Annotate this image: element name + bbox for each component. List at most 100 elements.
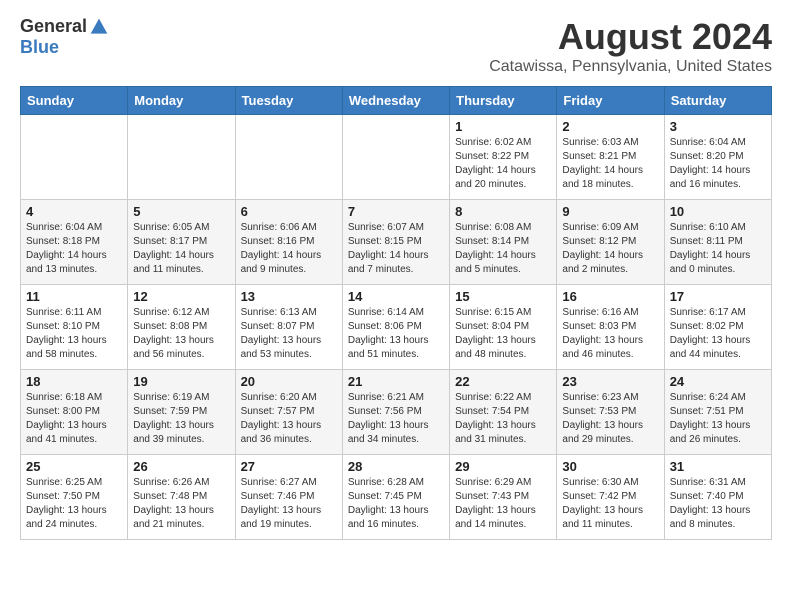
calendar-cell-w1d5: 9 Sunrise: 6:09 AMSunset: 8:12 PMDayligh… <box>557 200 664 285</box>
day-info: Sunrise: 6:16 AMSunset: 8:03 PMDaylight:… <box>562 306 658 362</box>
day-info: Sunrise: 6:07 AMSunset: 8:15 PMDaylight:… <box>348 221 444 277</box>
calendar-cell-w4d3: 28 Sunrise: 6:28 AMSunset: 7:45 PMDaylig… <box>342 455 449 540</box>
calendar-cell-w4d0: 25 Sunrise: 6:25 AMSunset: 7:50 PMDaylig… <box>21 455 128 540</box>
day-number: 9 <box>562 204 658 219</box>
day-info: Sunrise: 6:03 AMSunset: 8:21 PMDaylight:… <box>562 136 658 192</box>
day-number: 2 <box>562 119 658 134</box>
calendar-cell-w4d2: 27 Sunrise: 6:27 AMSunset: 7:46 PMDaylig… <box>235 455 342 540</box>
day-info: Sunrise: 6:31 AMSunset: 7:40 PMDaylight:… <box>670 476 766 532</box>
calendar-cell-w0d6: 3 Sunrise: 6:04 AMSunset: 8:20 PMDayligh… <box>664 115 771 200</box>
header-monday: Monday <box>128 87 235 115</box>
day-number: 25 <box>26 459 122 474</box>
day-number: 26 <box>133 459 229 474</box>
day-number: 6 <box>241 204 337 219</box>
month-title: August 2024 <box>489 16 772 58</box>
calendar-cell-w0d1 <box>128 115 235 200</box>
title-section: August 2024 Catawissa, Pennsylvania, Uni… <box>489 16 772 76</box>
day-number: 18 <box>26 374 122 389</box>
day-number: 8 <box>455 204 551 219</box>
week-row-4: 25 Sunrise: 6:25 AMSunset: 7:50 PMDaylig… <box>21 455 772 540</box>
week-row-3: 18 Sunrise: 6:18 AMSunset: 8:00 PMDaylig… <box>21 370 772 455</box>
calendar-cell-w2d0: 11 Sunrise: 6:11 AMSunset: 8:10 PMDaylig… <box>21 285 128 370</box>
day-info: Sunrise: 6:11 AMSunset: 8:10 PMDaylight:… <box>26 306 122 362</box>
day-info: Sunrise: 6:13 AMSunset: 8:07 PMDaylight:… <box>241 306 337 362</box>
day-number: 1 <box>455 119 551 134</box>
day-info: Sunrise: 6:02 AMSunset: 8:22 PMDaylight:… <box>455 136 551 192</box>
day-info: Sunrise: 6:15 AMSunset: 8:04 PMDaylight:… <box>455 306 551 362</box>
calendar-cell-w1d4: 8 Sunrise: 6:08 AMSunset: 8:14 PMDayligh… <box>450 200 557 285</box>
page-header: General Blue August 2024 Catawissa, Penn… <box>20 16 772 76</box>
day-info: Sunrise: 6:06 AMSunset: 8:16 PMDaylight:… <box>241 221 337 277</box>
header-row: Sunday Monday Tuesday Wednesday Thursday… <box>21 87 772 115</box>
day-number: 27 <box>241 459 337 474</box>
day-number: 15 <box>455 289 551 304</box>
day-number: 13 <box>241 289 337 304</box>
calendar-cell-w4d5: 30 Sunrise: 6:30 AMSunset: 7:42 PMDaylig… <box>557 455 664 540</box>
calendar-cell-w4d4: 29 Sunrise: 6:29 AMSunset: 7:43 PMDaylig… <box>450 455 557 540</box>
day-number: 20 <box>241 374 337 389</box>
day-info: Sunrise: 6:22 AMSunset: 7:54 PMDaylight:… <box>455 391 551 447</box>
day-number: 16 <box>562 289 658 304</box>
calendar-cell-w0d5: 2 Sunrise: 6:03 AMSunset: 8:21 PMDayligh… <box>557 115 664 200</box>
calendar-table: Sunday Monday Tuesday Wednesday Thursday… <box>20 86 772 540</box>
day-number: 7 <box>348 204 444 219</box>
day-info: Sunrise: 6:23 AMSunset: 7:53 PMDaylight:… <box>562 391 658 447</box>
calendar-cell-w2d3: 14 Sunrise: 6:14 AMSunset: 8:06 PMDaylig… <box>342 285 449 370</box>
day-number: 19 <box>133 374 229 389</box>
header-tuesday: Tuesday <box>235 87 342 115</box>
day-info: Sunrise: 6:25 AMSunset: 7:50 PMDaylight:… <box>26 476 122 532</box>
day-info: Sunrise: 6:27 AMSunset: 7:46 PMDaylight:… <box>241 476 337 532</box>
calendar-cell-w1d3: 7 Sunrise: 6:07 AMSunset: 8:15 PMDayligh… <box>342 200 449 285</box>
header-friday: Friday <box>557 87 664 115</box>
day-info: Sunrise: 6:29 AMSunset: 7:43 PMDaylight:… <box>455 476 551 532</box>
calendar-cell-w1d1: 5 Sunrise: 6:05 AMSunset: 8:17 PMDayligh… <box>128 200 235 285</box>
day-info: Sunrise: 6:18 AMSunset: 8:00 PMDaylight:… <box>26 391 122 447</box>
day-info: Sunrise: 6:12 AMSunset: 8:08 PMDaylight:… <box>133 306 229 362</box>
calendar-cell-w3d5: 23 Sunrise: 6:23 AMSunset: 7:53 PMDaylig… <box>557 370 664 455</box>
logo-general: General <box>20 16 87 37</box>
day-info: Sunrise: 6:10 AMSunset: 8:11 PMDaylight:… <box>670 221 766 277</box>
logo: General Blue <box>20 16 109 58</box>
calendar-cell-w3d4: 22 Sunrise: 6:22 AMSunset: 7:54 PMDaylig… <box>450 370 557 455</box>
day-info: Sunrise: 6:20 AMSunset: 7:57 PMDaylight:… <box>241 391 337 447</box>
calendar-cell-w0d2 <box>235 115 342 200</box>
day-number: 11 <box>26 289 122 304</box>
day-number: 10 <box>670 204 766 219</box>
day-number: 4 <box>26 204 122 219</box>
day-info: Sunrise: 6:05 AMSunset: 8:17 PMDaylight:… <box>133 221 229 277</box>
day-number: 23 <box>562 374 658 389</box>
day-info: Sunrise: 6:30 AMSunset: 7:42 PMDaylight:… <box>562 476 658 532</box>
calendar-cell-w3d1: 19 Sunrise: 6:19 AMSunset: 7:59 PMDaylig… <box>128 370 235 455</box>
logo-blue: Blue <box>20 37 59 58</box>
day-number: 28 <box>348 459 444 474</box>
calendar-cell-w1d0: 4 Sunrise: 6:04 AMSunset: 8:18 PMDayligh… <box>21 200 128 285</box>
day-info: Sunrise: 6:09 AMSunset: 8:12 PMDaylight:… <box>562 221 658 277</box>
week-row-1: 4 Sunrise: 6:04 AMSunset: 8:18 PMDayligh… <box>21 200 772 285</box>
day-info: Sunrise: 6:04 AMSunset: 8:20 PMDaylight:… <box>670 136 766 192</box>
day-number: 12 <box>133 289 229 304</box>
day-number: 24 <box>670 374 766 389</box>
calendar-cell-w4d6: 31 Sunrise: 6:31 AMSunset: 7:40 PMDaylig… <box>664 455 771 540</box>
calendar-cell-w3d0: 18 Sunrise: 6:18 AMSunset: 8:00 PMDaylig… <box>21 370 128 455</box>
header-sunday: Sunday <box>21 87 128 115</box>
day-number: 21 <box>348 374 444 389</box>
day-info: Sunrise: 6:19 AMSunset: 7:59 PMDaylight:… <box>133 391 229 447</box>
week-row-2: 11 Sunrise: 6:11 AMSunset: 8:10 PMDaylig… <box>21 285 772 370</box>
day-info: Sunrise: 6:08 AMSunset: 8:14 PMDaylight:… <box>455 221 551 277</box>
day-info: Sunrise: 6:14 AMSunset: 8:06 PMDaylight:… <box>348 306 444 362</box>
day-number: 14 <box>348 289 444 304</box>
day-info: Sunrise: 6:24 AMSunset: 7:51 PMDaylight:… <box>670 391 766 447</box>
day-number: 5 <box>133 204 229 219</box>
day-number: 3 <box>670 119 766 134</box>
calendar-cell-w0d4: 1 Sunrise: 6:02 AMSunset: 8:22 PMDayligh… <box>450 115 557 200</box>
day-number: 22 <box>455 374 551 389</box>
calendar-cell-w1d6: 10 Sunrise: 6:10 AMSunset: 8:11 PMDaylig… <box>664 200 771 285</box>
calendar-cell-w2d4: 15 Sunrise: 6:15 AMSunset: 8:04 PMDaylig… <box>450 285 557 370</box>
calendar-cell-w2d1: 12 Sunrise: 6:12 AMSunset: 8:08 PMDaylig… <box>128 285 235 370</box>
day-info: Sunrise: 6:17 AMSunset: 8:02 PMDaylight:… <box>670 306 766 362</box>
calendar-cell-w0d0 <box>21 115 128 200</box>
header-wednesday: Wednesday <box>342 87 449 115</box>
calendar-cell-w2d6: 17 Sunrise: 6:17 AMSunset: 8:02 PMDaylig… <box>664 285 771 370</box>
day-info: Sunrise: 6:28 AMSunset: 7:45 PMDaylight:… <box>348 476 444 532</box>
calendar-cell-w2d5: 16 Sunrise: 6:16 AMSunset: 8:03 PMDaylig… <box>557 285 664 370</box>
